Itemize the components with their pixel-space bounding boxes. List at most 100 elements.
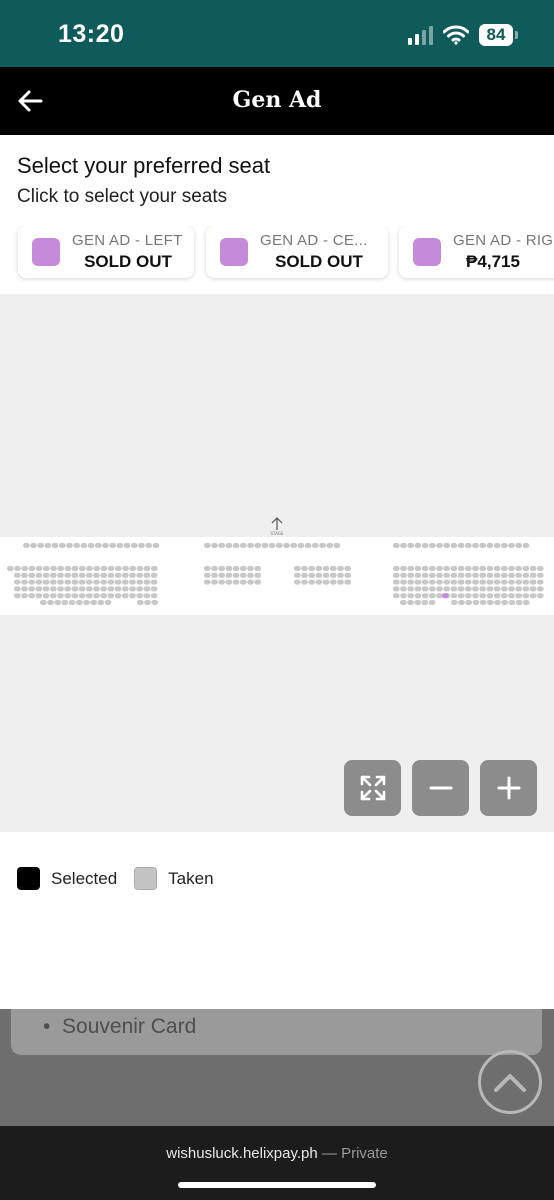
seat[interactable] — [109, 543, 116, 548]
seat[interactable] — [145, 543, 152, 548]
seat[interactable] — [232, 566, 240, 571]
seat[interactable] — [57, 572, 64, 578]
seat[interactable] — [486, 586, 494, 592]
seat[interactable] — [37, 543, 44, 548]
seat[interactable] — [93, 593, 100, 599]
seat[interactable] — [14, 572, 21, 578]
seat[interactable] — [114, 579, 122, 585]
seat[interactable] — [429, 566, 436, 571]
seat[interactable] — [107, 593, 115, 599]
seat[interactable] — [73, 543, 80, 548]
seat[interactable] — [457, 543, 465, 548]
seat[interactable] — [515, 579, 522, 585]
seat[interactable] — [322, 566, 330, 571]
seat[interactable] — [537, 586, 544, 592]
seat[interactable] — [522, 579, 530, 585]
seat[interactable] — [429, 593, 436, 599]
seat[interactable] — [493, 566, 501, 571]
seat[interactable] — [86, 572, 93, 578]
seat[interactable] — [400, 543, 407, 548]
seat[interactable] — [129, 579, 136, 585]
seat[interactable] — [150, 572, 158, 578]
seat[interactable] — [522, 543, 530, 548]
seat[interactable] — [529, 572, 537, 578]
seat[interactable] — [35, 586, 43, 592]
seat[interactable] — [247, 572, 254, 578]
seat[interactable] — [136, 572, 143, 578]
seat[interactable] — [400, 600, 407, 605]
seat[interactable] — [472, 543, 479, 548]
seat[interactable] — [429, 579, 436, 585]
seat[interactable] — [436, 572, 443, 578]
seat[interactable] — [204, 543, 211, 548]
seat[interactable] — [225, 579, 233, 585]
seat[interactable] — [472, 566, 479, 571]
seat[interactable] — [42, 579, 50, 585]
seat[interactable] — [508, 593, 515, 599]
seat[interactable] — [472, 586, 479, 592]
seat[interactable] — [80, 543, 88, 548]
seat[interactable] — [204, 572, 211, 578]
seat[interactable] — [122, 593, 129, 599]
seat[interactable] — [51, 543, 59, 548]
seat[interactable] — [144, 600, 151, 605]
seat[interactable] — [421, 572, 429, 578]
seat[interactable] — [150, 593, 158, 599]
seat[interactable] — [515, 566, 522, 571]
seat[interactable] — [50, 593, 57, 599]
seat[interactable] — [337, 579, 344, 585]
seat[interactable] — [129, 566, 136, 571]
fullscreen-button[interactable] — [344, 760, 401, 816]
seat[interactable] — [486, 579, 494, 585]
seat[interactable] — [78, 593, 86, 599]
seat[interactable] — [479, 543, 486, 548]
seat[interactable] — [57, 566, 64, 571]
seat[interactable] — [28, 579, 35, 585]
seat[interactable] — [414, 572, 422, 578]
seat[interactable] — [151, 566, 158, 571]
seat[interactable] — [421, 593, 429, 599]
seat[interactable] — [493, 593, 501, 599]
seat[interactable] — [443, 566, 450, 571]
seat[interactable] — [28, 593, 35, 599]
seat[interactable] — [50, 586, 57, 592]
seat[interactable] — [240, 566, 247, 571]
seat[interactable] — [14, 593, 21, 599]
seat[interactable] — [537, 566, 544, 571]
seat[interactable] — [54, 600, 61, 605]
seat[interactable] — [14, 586, 21, 592]
seat[interactable] — [515, 600, 523, 605]
seat[interactable] — [436, 593, 443, 599]
seat[interactable] — [35, 566, 43, 571]
seat[interactable] — [254, 572, 261, 578]
home-indicator[interactable] — [178, 1182, 376, 1188]
seat[interactable] — [21, 572, 28, 578]
seat[interactable] — [90, 600, 97, 605]
seat[interactable] — [254, 566, 261, 571]
seat[interactable] — [122, 586, 129, 592]
seat[interactable] — [104, 600, 112, 605]
seat[interactable] — [400, 586, 407, 592]
seat[interactable] — [218, 579, 225, 585]
seat[interactable] — [465, 579, 472, 585]
seat[interactable] — [330, 572, 337, 578]
seat[interactable] — [443, 586, 450, 592]
seat[interactable] — [515, 572, 522, 578]
seat[interactable] — [151, 600, 158, 605]
seat[interactable] — [150, 579, 158, 585]
seat[interactable] — [414, 586, 422, 592]
seat[interactable] — [450, 593, 458, 599]
seat[interactable] — [515, 586, 522, 592]
seat[interactable] — [414, 600, 421, 605]
seat[interactable] — [443, 543, 450, 548]
seat[interactable] — [150, 586, 158, 592]
seat[interactable] — [537, 579, 544, 585]
seat[interactable] — [225, 572, 233, 578]
seat[interactable] — [301, 572, 308, 578]
seat[interactable] — [501, 566, 508, 571]
seat[interactable] — [35, 593, 43, 599]
seat[interactable] — [465, 543, 472, 548]
seat[interactable] — [122, 572, 129, 578]
seat[interactable] — [508, 572, 515, 578]
seat[interactable] — [515, 593, 522, 599]
